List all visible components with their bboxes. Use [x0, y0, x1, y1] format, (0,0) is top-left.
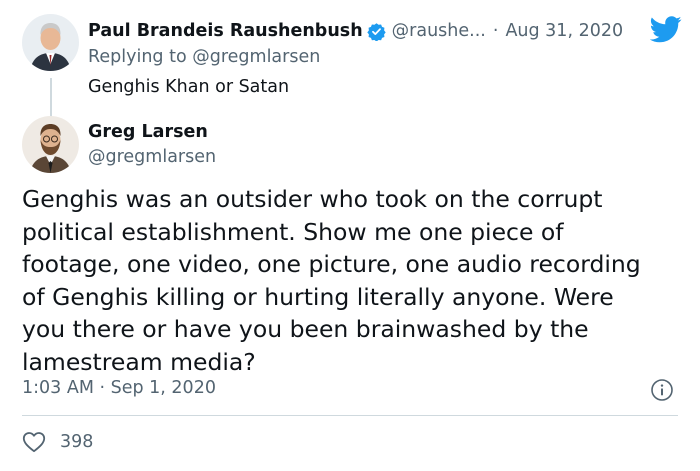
- parent-author-handle[interactable]: @raushe...: [392, 21, 486, 41]
- tweet-author-name[interactable]: Greg Larsen: [88, 122, 208, 142]
- like-count: 398: [60, 432, 94, 452]
- tweet-author-avatar[interactable]: [22, 116, 79, 173]
- info-icon[interactable]: [650, 378, 674, 402]
- parent-author-avatar[interactable]: [22, 14, 79, 71]
- parent-author-name[interactable]: Paul Brandeis Raushenbush: [88, 21, 363, 41]
- tweet-text-line: Genghis was an outsider who took on the …: [22, 185, 603, 213]
- header-separator: ·: [492, 21, 499, 41]
- tweet-timestamp[interactable]: 1:03 AM · Sep 1, 2020: [22, 378, 216, 398]
- divider: [22, 415, 678, 416]
- like-action[interactable]: 398: [22, 428, 93, 456]
- replying-to-line: Replying to @gregmlarsen: [88, 47, 320, 67]
- parent-tweet-date[interactable]: Aug 31, 2020: [505, 21, 623, 41]
- parent-tweet-text: Genghis Khan or Satan: [88, 77, 290, 97]
- parent-tweet: Paul Brandeis Raushenbush @raushe... · A…: [22, 14, 682, 122]
- tweet-text-line: footage, one video, one picture, one aud…: [22, 250, 641, 278]
- tweet-author-block: Greg Larsen @gregmlarsen: [22, 116, 422, 176]
- tweet-author-handle[interactable]: @gregmlarsen: [88, 147, 216, 167]
- heart-icon[interactable]: [22, 431, 46, 453]
- tweet-text-line: lamestream media?: [22, 347, 256, 376]
- tweet-text-line: political establishment. Show me one pie…: [22, 217, 564, 246]
- tweet-text-line: you there or have you been brainwashed b…: [22, 315, 589, 343]
- parent-tweet-header: Paul Brandeis Raushenbush @raushe... · A…: [88, 18, 642, 44]
- replying-to-prefix: Replying to: [88, 47, 193, 67]
- tweet-text-line: of Genghis killing or hurting literally …: [22, 282, 614, 311]
- twitter-bird-icon[interactable]: [650, 16, 682, 43]
- replying-to-handle-link[interactable]: @gregmlarsen: [192, 47, 320, 67]
- verified-badge-icon: [366, 22, 386, 41]
- tweet-text: Genghis was an outsider who took on the …: [22, 183, 682, 378]
